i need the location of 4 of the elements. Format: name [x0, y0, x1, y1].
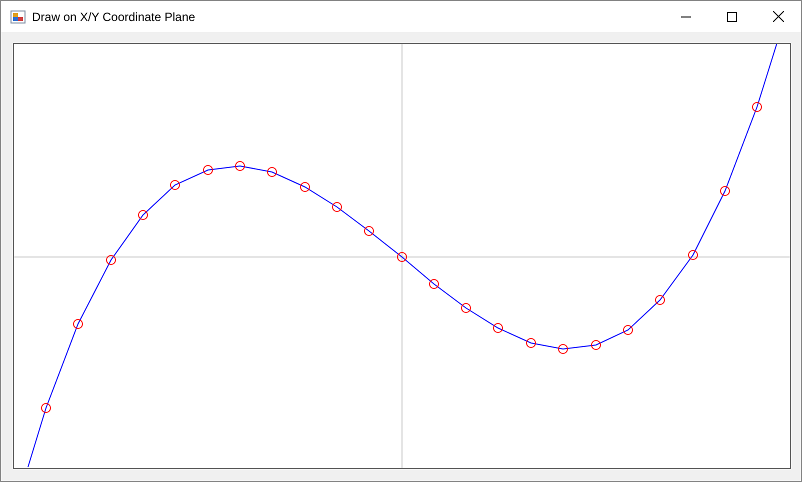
app-icon [10, 8, 26, 24]
close-icon [772, 11, 784, 22]
window-title: Draw on X/Y Coordinate Plane [32, 8, 196, 26]
maximize-icon [727, 12, 737, 22]
